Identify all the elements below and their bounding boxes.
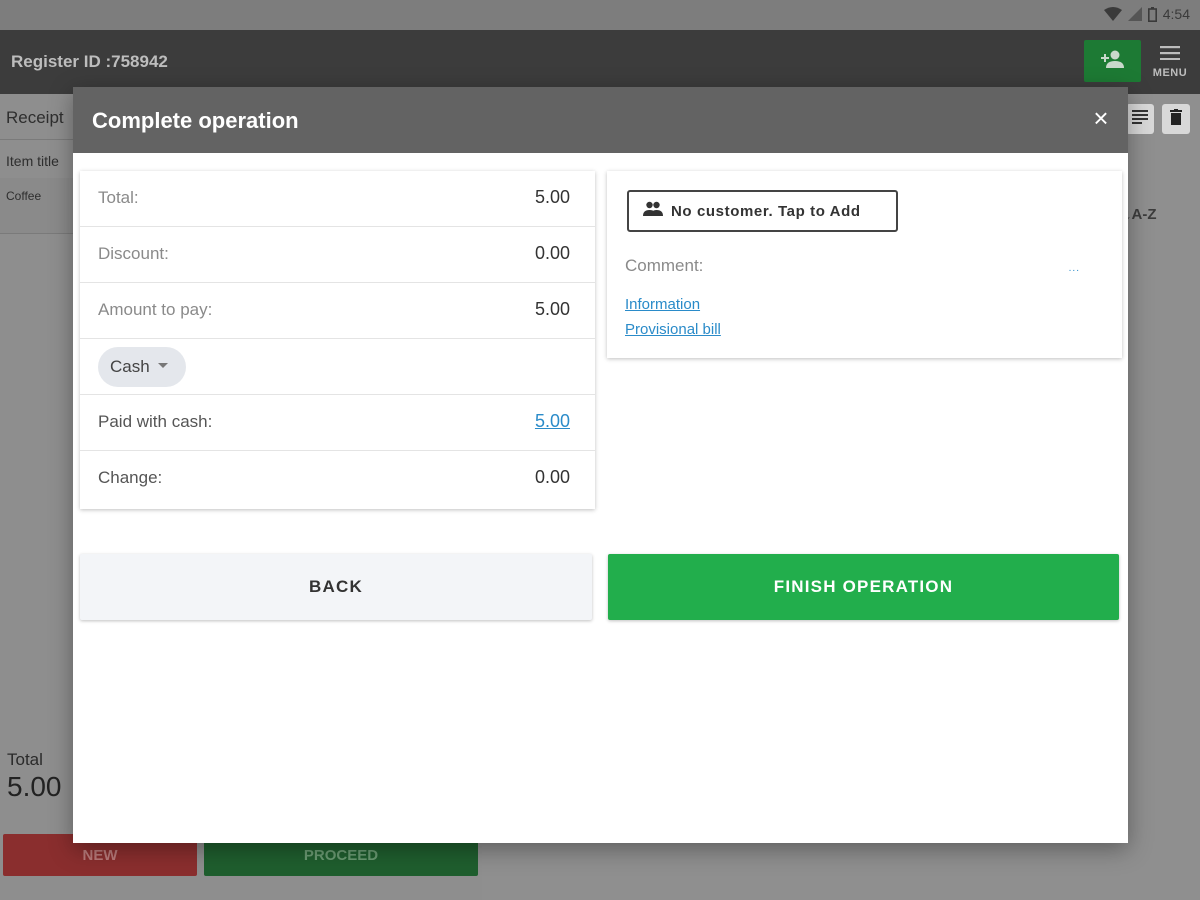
dropdown-caret-icon <box>157 363 168 368</box>
menu-label: MENU <box>1152 67 1188 79</box>
paid-with-cash-row: Paid with cash: 5.00 <box>80 395 595 451</box>
provisional-bill-link[interactable]: Provisional bill <box>625 321 721 338</box>
payment-method-dropdown[interactable]: Cash <box>98 347 186 387</box>
total-value: 5.00 <box>534 187 570 207</box>
receipt-total-value: 5.00 <box>7 771 62 802</box>
list-icon <box>1132 109 1148 129</box>
customers-icon <box>643 201 671 221</box>
payment-method-value: Cash <box>110 357 150 376</box>
payment-summary-card: Total: 5.00 Discount: 0.00 Amount to pay… <box>80 171 595 509</box>
total-row: Total: 5.00 <box>80 171 595 227</box>
trash-icon <box>1170 108 1182 130</box>
wifi-icon <box>1103 7 1122 21</box>
paid-with-cash-label: Paid with cash: <box>98 412 213 431</box>
sort-az[interactable]: ↓A-Z <box>1124 206 1157 223</box>
customer-button-label: No customer. Tap to Add <box>671 202 861 220</box>
amount-to-pay-row: Amount to pay: 5.00 <box>80 283 595 339</box>
delete-button[interactable] <box>1162 104 1190 134</box>
add-person-icon <box>1100 49 1126 74</box>
app-header: Register ID :758942 MENU <box>0 30 1200 94</box>
payment-method-row: Cash <box>80 339 595 395</box>
tab-receipt[interactable]: Receipt <box>6 108 64 128</box>
information-link[interactable]: Information <box>625 296 700 313</box>
discount-value: 0.00 <box>534 243 570 263</box>
list-view-button[interactable] <box>1126 104 1154 134</box>
sort-label: A-Z <box>1131 206 1157 223</box>
close-icon: × <box>1093 103 1109 133</box>
signal-icon <box>1127 7 1142 21</box>
amount-to-pay-label: Amount to pay: <box>98 300 213 319</box>
complete-operation-dialog: Complete operation × Total: 5.00 Discoun… <box>73 87 1128 843</box>
clock-time: 4:54 <box>1162 6 1190 22</box>
column-header-item-title: Item title <box>6 153 59 169</box>
receipt-total-label: Total <box>7 750 43 769</box>
status-bar: 4:54 <box>0 0 1200 30</box>
finish-operation-button[interactable]: FINISH OPERATION <box>608 554 1119 620</box>
dialog-title: Complete operation <box>92 108 299 133</box>
dialog-header: Complete operation × <box>73 87 1128 153</box>
back-button[interactable]: BACK <box>80 554 592 620</box>
add-customer-tap-button[interactable]: No customer. Tap to Add <box>627 190 898 232</box>
item-name: Coffee <box>6 189 42 203</box>
amount-to-pay-value: 5.00 <box>534 299 570 319</box>
change-value: 0.00 <box>534 467 570 487</box>
add-customer-button[interactable] <box>1084 40 1141 82</box>
close-button[interactable]: × <box>1090 105 1112 131</box>
customer-info-card: No customer. Tap to Add Comment: ... Inf… <box>607 171 1122 358</box>
paid-with-cash-input[interactable]: 5.00 <box>535 411 570 432</box>
discount-label: Discount: <box>98 244 169 263</box>
comment-label: Comment: <box>625 256 704 275</box>
comment-more-button[interactable]: ... <box>1069 263 1080 274</box>
total-label: Total: <box>98 188 139 207</box>
change-label: Change: <box>98 468 163 487</box>
register-id: Register ID :758942 <box>11 52 168 71</box>
status-icons: 4:54 <box>1103 6 1190 22</box>
menu-button[interactable]: MENU <box>1147 46 1193 86</box>
discount-row: Discount: 0.00 <box>80 227 595 283</box>
change-row: Change: 0.00 <box>80 451 595 507</box>
hamburger-icon <box>1160 46 1180 64</box>
battery-icon <box>1147 6 1157 22</box>
